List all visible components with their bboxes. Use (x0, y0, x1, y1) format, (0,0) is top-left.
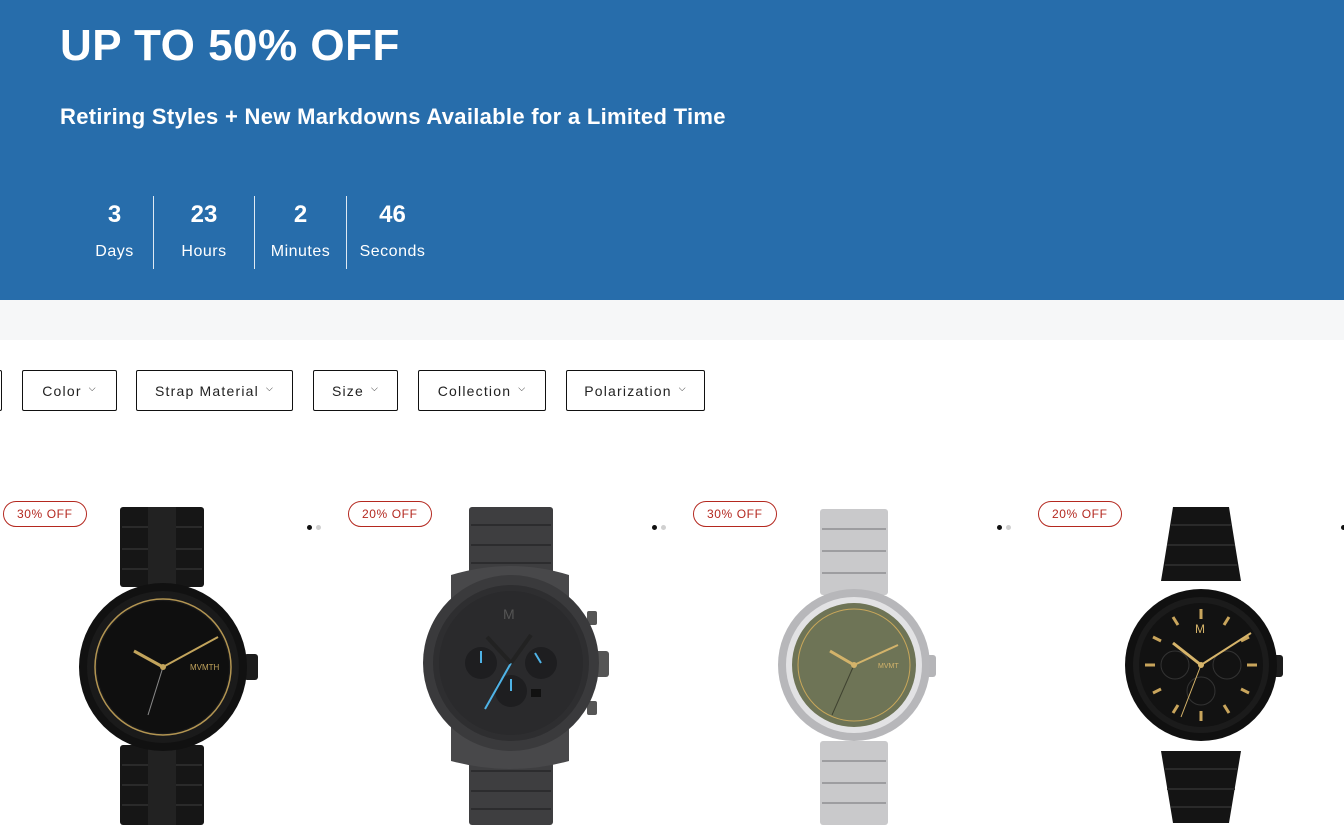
filter-strap-material-label: Strap Material (155, 382, 259, 399)
countdown-seconds: 46 Seconds (346, 196, 438, 269)
filter-size-button[interactable]: Size ⌵ (313, 370, 398, 411)
countdown-seconds-label: Seconds (359, 243, 426, 260)
chevron-down-icon: ⌵ (678, 383, 687, 393)
svg-text:M: M (1195, 622, 1205, 636)
carousel-dot[interactable] (652, 525, 657, 530)
image-carousel-dots[interactable] (997, 525, 1011, 530)
carousel-dot[interactable] (661, 525, 666, 530)
svg-text:MVMT: MVMT (878, 663, 899, 670)
product-card[interactable]: 30% OFF MVMTH (0, 490, 345, 826)
section-divider (0, 300, 1344, 340)
discount-badge: 20% OFF (1038, 501, 1122, 527)
carousel-dot[interactable] (307, 525, 312, 530)
svg-text:M: M (503, 606, 515, 622)
image-carousel-dots[interactable] (652, 525, 666, 530)
countdown-minutes: 2 Minutes (254, 196, 346, 269)
promo-title: UP TO 50% OFF (60, 21, 400, 70)
filter-polarization-label: Polarization (584, 382, 672, 399)
promo-banner: UP TO 50% OFF Retiring Styles + New Mark… (0, 0, 1344, 300)
chevron-down-icon: ⌵ (88, 383, 97, 393)
countdown-hours-label: Hours (181, 243, 227, 260)
countdown-days: 3 Days (76, 196, 153, 269)
countdown-minutes-label: Minutes (270, 243, 331, 260)
product-card[interactable]: 30% OFF MVMT (690, 490, 1035, 826)
countdown-seconds-value: 46 (379, 201, 406, 228)
chevron-down-icon: ⌵ (265, 383, 274, 393)
discount-badge: 30% OFF (693, 501, 777, 527)
black-gold-chronograph-watch-icon[interactable]: M (1117, 505, 1317, 826)
filter-button-partial[interactable] (0, 370, 2, 411)
countdown-days-value: 3 (107, 201, 122, 228)
promo-subtitle: Retiring Styles + New Markdowns Availabl… (60, 104, 726, 129)
image-carousel-dots[interactable] (307, 525, 321, 530)
chevron-down-icon: ⌵ (371, 383, 380, 393)
countdown-days-label: Days (95, 243, 134, 260)
svg-text:MVMTH: MVMTH (190, 663, 220, 672)
countdown-minutes-value: 2 (293, 201, 308, 228)
product-card[interactable]: 20% OFF M (345, 490, 690, 826)
gunmetal-chronograph-watch-icon[interactable]: M (417, 505, 617, 826)
filter-color-label: Color (42, 382, 82, 399)
carousel-dot[interactable] (997, 525, 1002, 530)
carousel-dot[interactable] (316, 525, 321, 530)
filter-collection-button[interactable]: Collection ⌵ (418, 370, 546, 411)
filter-collection-label: Collection (437, 382, 512, 399)
countdown-hours-value: 23 (190, 201, 218, 228)
filter-strap-material-button[interactable]: Strap Material ⌵ (136, 370, 293, 411)
filter-color-button[interactable]: Color ⌵ (22, 370, 117, 411)
filter-size-label: Size (331, 382, 364, 399)
countdown-hours: 23 Hours (153, 196, 254, 269)
black-gold-watch-icon[interactable]: MVMTH (70, 505, 270, 826)
silver-olive-watch-icon[interactable]: MVMT (770, 505, 970, 826)
filter-polarization-button[interactable]: Polarization ⌵ (566, 370, 705, 411)
chevron-down-icon: ⌵ (518, 383, 527, 393)
countdown-timer: 3 Days 23 Hours 2 Minutes 46 Seconds (76, 196, 438, 269)
product-card[interactable]: 20% OFF M (1035, 490, 1344, 826)
carousel-dot[interactable] (1006, 525, 1011, 530)
